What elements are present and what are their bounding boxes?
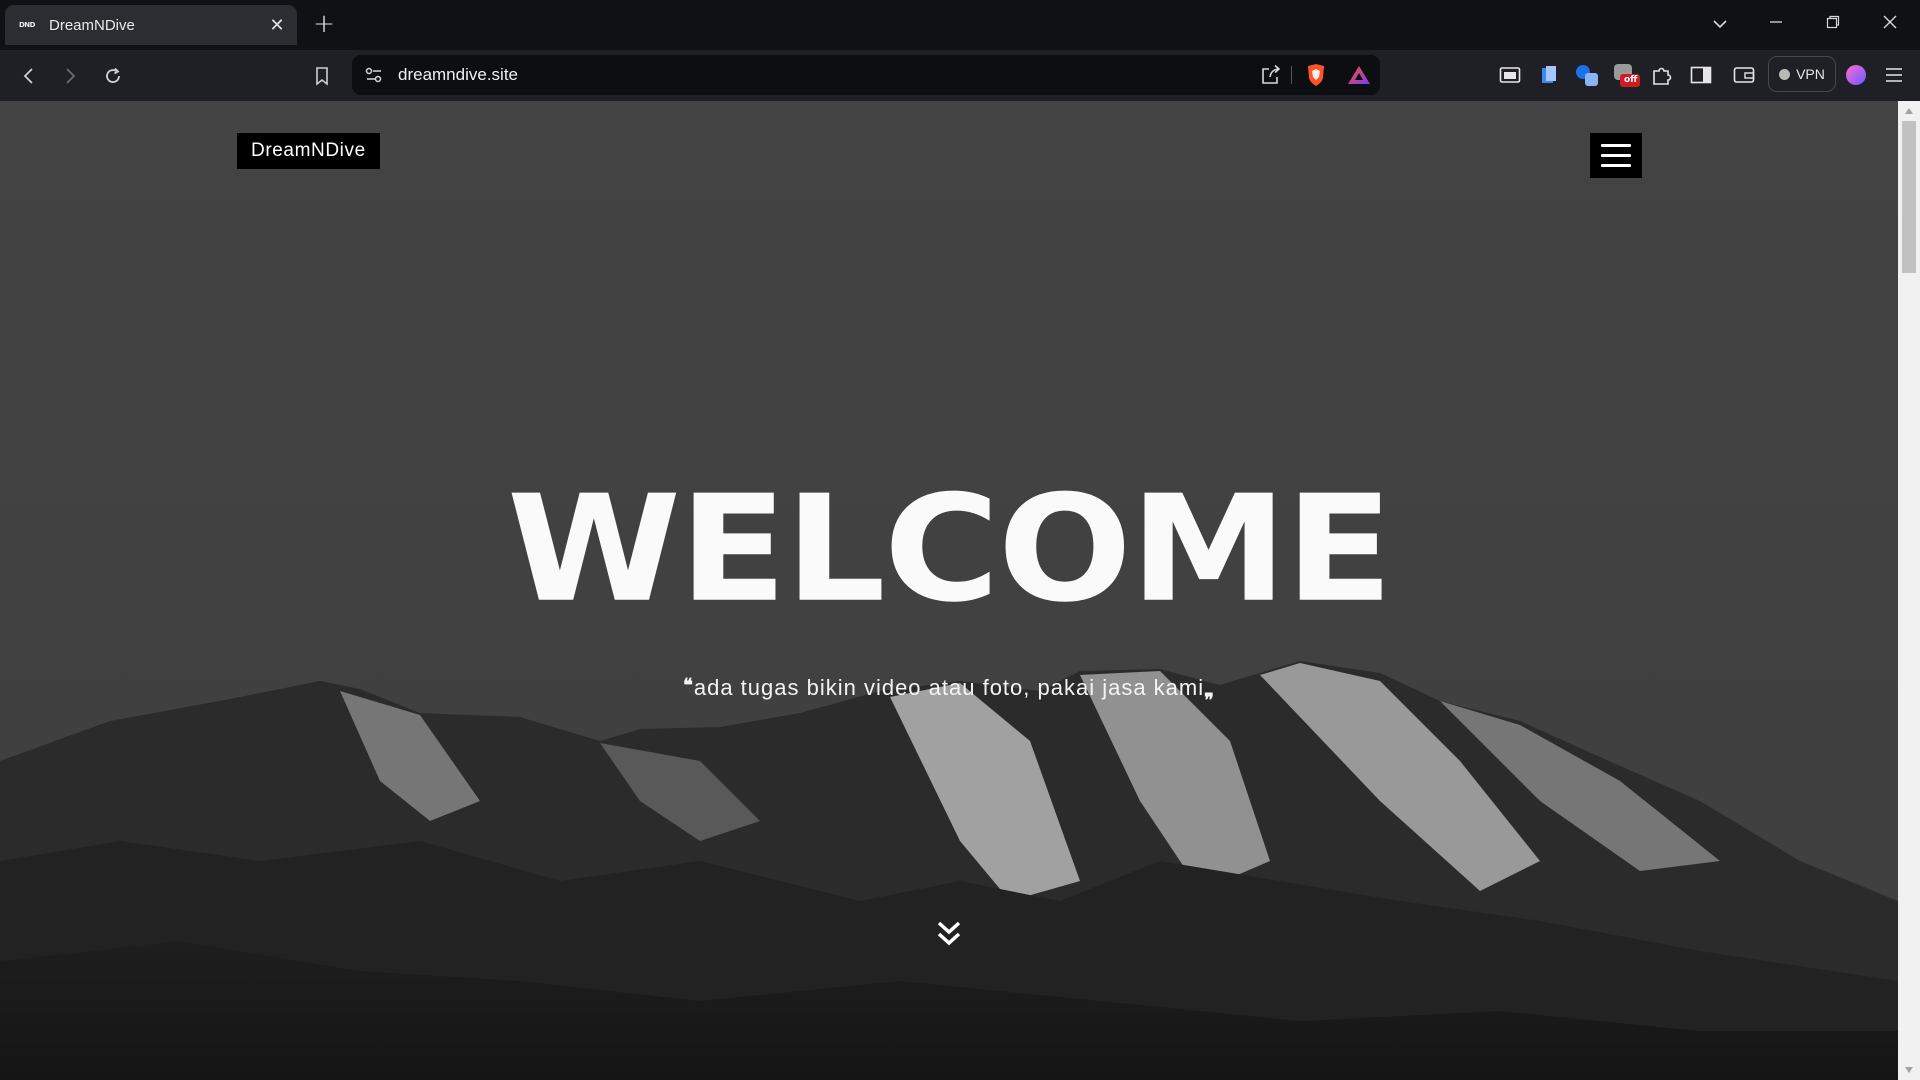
- hamburger-menu-button[interactable]: [1590, 133, 1642, 178]
- menu-bar-icon: [1601, 164, 1631, 167]
- translator-extension-icon[interactable]: [1573, 61, 1601, 89]
- tab-search-chevron-icon[interactable]: [1700, 8, 1740, 40]
- new-tab-button[interactable]: +: [312, 10, 336, 38]
- scroll-up-arrow-icon[interactable]: [1904, 107, 1914, 115]
- hero-tagline: ❝ada tugas bikin video atau foto, pakai …: [0, 675, 1898, 711]
- vpn-label: VPN: [1796, 66, 1825, 82]
- tab-title: DreamNDive: [49, 16, 135, 34]
- tab-close-icon[interactable]: ✕: [267, 15, 287, 36]
- hero-title: WELCOME: [506, 463, 1393, 636]
- scroll-down-arrow-icon[interactable]: [1904, 1066, 1914, 1074]
- bookmark-icon[interactable]: [306, 60, 338, 92]
- tagline-text: ada tugas bikin video atau foto, pakai j…: [693, 675, 1205, 700]
- share-icon[interactable]: [1260, 64, 1282, 91]
- close-quote-icon: ❞: [1204, 690, 1215, 711]
- vpn-status-icon: [1779, 68, 1791, 80]
- main-menu-icon[interactable]: [1880, 61, 1908, 89]
- extensions-puzzle-icon[interactable]: [1648, 61, 1676, 89]
- media-capture-icon[interactable]: [1496, 61, 1524, 89]
- restore-icon[interactable]: [1813, 8, 1853, 40]
- menu-bar-icon: [1601, 144, 1631, 147]
- sidebar-toggle-icon[interactable]: [1687, 61, 1715, 89]
- back-icon[interactable]: [13, 60, 45, 92]
- minimize-icon[interactable]: [1756, 8, 1796, 40]
- vpn-button[interactable]: VPN: [1768, 56, 1836, 92]
- scroll-down-chevron-icon[interactable]: [935, 919, 963, 949]
- brave-rewards-icon[interactable]: [1347, 65, 1371, 90]
- menu-bar-icon: [1601, 154, 1631, 157]
- page-viewport: DreamNDive WELCOME ❝ada tugas bikin vide…: [0, 101, 1898, 1080]
- forward-icon[interactable]: [54, 60, 86, 92]
- brave-shields-icon[interactable]: [1305, 63, 1327, 92]
- site-settings-icon[interactable]: [364, 66, 384, 89]
- document-extension-icon[interactable]: [1535, 61, 1563, 89]
- wallet-icon[interactable]: [1730, 61, 1758, 89]
- open-quote-icon: ❝: [683, 675, 694, 696]
- tab-dreamndive[interactable]: DND DreamNDive ✕: [5, 5, 297, 45]
- address-bar[interactable]: dreamndive.site: [352, 55, 1380, 95]
- page-scrollbar[interactable]: [1898, 101, 1920, 1080]
- profile-avatar-icon[interactable]: [1842, 61, 1870, 89]
- ad-blocker-extension-icon[interactable]: off: [1612, 61, 1640, 89]
- reload-icon[interactable]: [97, 60, 129, 92]
- tab-strip: DND DreamNDive ✕ +: [0, 0, 1920, 50]
- site-brand-logo[interactable]: DreamNDive: [237, 133, 380, 169]
- url-text[interactable]: dreamndive.site: [398, 55, 518, 95]
- scrollbar-thumb[interactable]: [1902, 121, 1916, 273]
- extension-off-badge: off: [1624, 75, 1638, 85]
- close-window-icon[interactable]: [1870, 8, 1910, 40]
- separator: [1291, 66, 1292, 84]
- site-favicon-icon: DND: [19, 21, 35, 29]
